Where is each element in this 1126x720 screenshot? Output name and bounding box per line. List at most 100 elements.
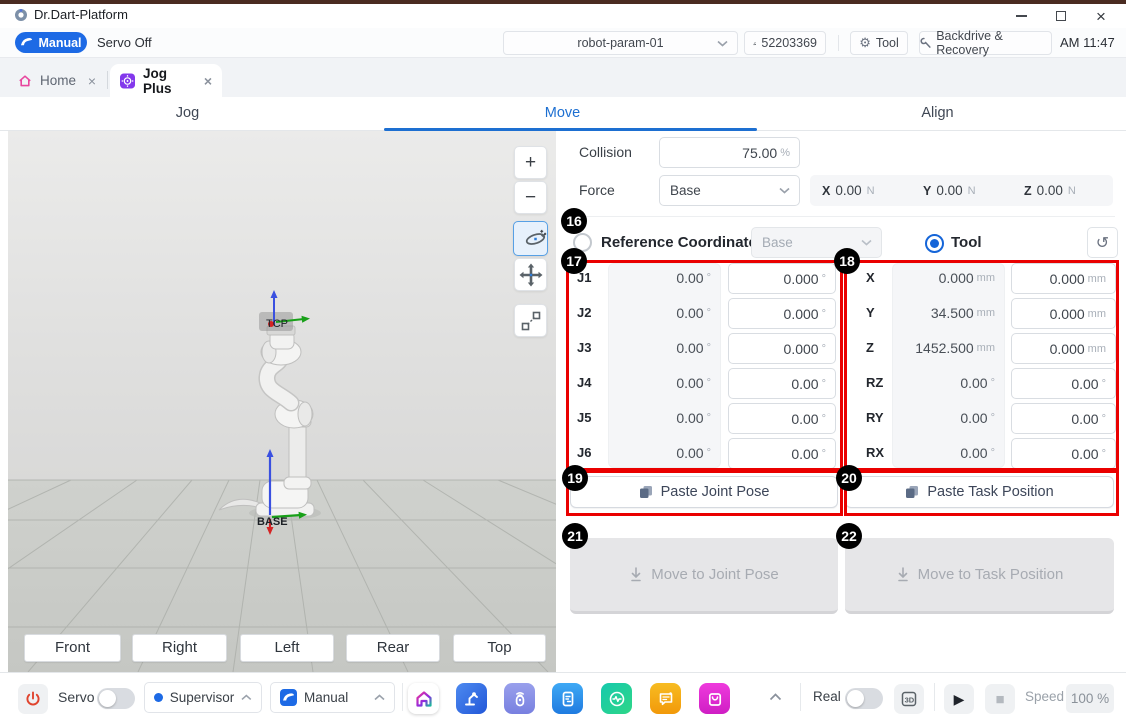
tab-jog-plus[interactable]: Jog Plus × (110, 64, 222, 97)
tab-jog-plus-close-icon[interactable]: × (204, 74, 212, 88)
3d-view-button[interactable]: 3D (894, 684, 924, 714)
stop-icon: ■ (995, 691, 1004, 708)
reference-coordinates-radio[interactable] (573, 233, 592, 252)
robot-3d-viewport[interactable]: TCP BASE (8, 131, 556, 672)
force-frame-select[interactable]: Base (659, 175, 800, 206)
backdrive-recovery-button[interactable]: Backdrive & Recovery (919, 31, 1052, 55)
power-button[interactable] (18, 684, 48, 714)
robot-3d-scene: TCP BASE (8, 131, 556, 672)
tool-radio-label: Tool (951, 227, 982, 258)
stop-button[interactable]: ■ (985, 684, 1015, 714)
manual-mode-icon (280, 689, 297, 706)
task-rx-target-input[interactable]: 0.00° (1011, 438, 1116, 469)
subtab-jog[interactable]: Jog (0, 97, 375, 130)
zoom-in-button[interactable]: + (514, 146, 547, 179)
task-rz-target-input[interactable]: 0.00° (1011, 368, 1116, 399)
task-ry-target-input[interactable]: 0.00° (1011, 403, 1116, 434)
view-rear-button[interactable]: Rear (346, 634, 440, 662)
joint-j6-target-input[interactable]: 0.00° (728, 438, 836, 469)
move-to-task-position-button[interactable]: Move to Task Position (845, 538, 1114, 614)
view-top-button[interactable]: Top (453, 634, 546, 662)
maximize-icon (1056, 11, 1066, 21)
measure-distance-icon (520, 310, 542, 332)
measure-distance-button[interactable] (514, 304, 547, 337)
subtab-align[interactable]: Align (750, 97, 1125, 130)
task-x-target-input[interactable]: 0.000mm (1011, 263, 1116, 294)
message-app-icon[interactable] (650, 683, 681, 714)
jog-plus-icon (120, 73, 135, 89)
collision-label: Collision (579, 137, 632, 168)
report-app-icon[interactable] (552, 683, 583, 714)
force-readout: X0.00N Y0.00N Z0.00N (810, 175, 1113, 206)
reference-frame-select[interactable]: Base (751, 227, 882, 258)
chevron-up-icon (241, 694, 252, 701)
joint-j5-target-input[interactable]: 0.00° (728, 403, 836, 434)
clock-text: AM 11:47 (1060, 28, 1115, 57)
tcp-label: TCP (266, 318, 288, 330)
power-icon (25, 691, 41, 707)
maximize-button[interactable] (1041, 4, 1081, 28)
joint-j1-target-input[interactable]: 0.000° (728, 263, 836, 294)
close-button[interactable]: × (1081, 4, 1121, 28)
joint-j1-current: 0.00° (608, 263, 721, 293)
reset-icon: ↺ (1096, 233, 1109, 253)
titlebar[interactable]: Dr.Dart-Platform × (0, 4, 1126, 28)
task-label-z: Z (866, 333, 874, 363)
dock-expand-chevron-up-icon[interactable] (769, 693, 782, 701)
robot-param-select[interactable]: robot-param-01 (503, 31, 738, 55)
close-icon: × (1096, 8, 1106, 25)
tool-button-label: Tool (876, 36, 899, 50)
mode-indicator-button[interactable]: Manual (15, 32, 87, 53)
role-status-dot (154, 693, 163, 702)
speed-label: Speed (1025, 673, 1064, 720)
joint-j4-target-input[interactable]: 0.00° (728, 368, 836, 399)
real-sim-toggle[interactable] (845, 688, 883, 709)
tool-radio[interactable] (925, 234, 944, 253)
pan-icon (519, 263, 543, 287)
dock-separator (402, 683, 403, 711)
task-rx-current: 0.00° (892, 438, 1005, 468)
force-z-readout: Z0.00N (1012, 183, 1113, 198)
paste-icon (639, 485, 653, 499)
task-label-ry: RY (866, 403, 884, 433)
dock-separator (934, 683, 935, 711)
monitor-app-icon[interactable] (601, 683, 632, 714)
task-y-target-input[interactable]: 0.000mm (1011, 298, 1116, 329)
speed-value-box[interactable]: 100 % (1066, 684, 1114, 713)
joint-j2-target-input[interactable]: 0.000° (728, 298, 836, 329)
paste-icon (905, 485, 919, 499)
zoom-out-button[interactable]: − (514, 181, 547, 214)
task-x-current: 0.000mm (892, 263, 1005, 293)
play-button[interactable]: ▶ (944, 684, 974, 714)
user-role-select[interactable]: Supervisor (144, 682, 262, 713)
collision-input[interactable]: 75.00% (659, 137, 800, 168)
robot-serial-box[interactable]: 52203369 (744, 31, 826, 55)
robot-mode-select[interactable]: Manual (270, 682, 395, 713)
view-left-button[interactable]: Left (240, 634, 334, 662)
manual-mode-icon (20, 36, 33, 49)
joint-j3-target-input[interactable]: 0.000° (728, 333, 836, 364)
view-right-button[interactable]: Right (132, 634, 227, 662)
robot-param-value: robot-param-01 (577, 36, 663, 50)
task-z-target-input[interactable]: 0.000mm (1011, 333, 1116, 364)
store-app-icon[interactable] (699, 683, 730, 714)
tool-button[interactable]: ⚙ Tool (850, 31, 908, 55)
task-label-x: X (866, 263, 875, 293)
view-front-button[interactable]: Front (24, 634, 121, 662)
paste-joint-pose-button[interactable]: Paste Joint Pose (570, 476, 838, 508)
home-app-icon[interactable] (408, 683, 439, 714)
tab-home-close-icon[interactable]: × (88, 74, 96, 88)
paste-task-position-button[interactable]: Paste Task Position (845, 476, 1114, 508)
move-to-joint-pose-button[interactable]: Move to Joint Pose (570, 538, 838, 614)
pan-button[interactable] (514, 258, 547, 291)
servo-toggle[interactable] (97, 688, 135, 709)
reset-values-button[interactable]: ↺ (1087, 227, 1118, 258)
subtab-move[interactable]: Move (375, 97, 750, 130)
minimize-button[interactable] (1001, 4, 1041, 28)
shopping-bag-glyph (705, 689, 725, 709)
orbit-rotate-button[interactable] (513, 221, 548, 256)
remote-control-app-icon[interactable] (504, 683, 535, 714)
jog-app-icon[interactable] (456, 683, 487, 714)
force-x-readout: X0.00N (810, 183, 911, 198)
tab-home[interactable]: Home × (8, 64, 106, 97)
